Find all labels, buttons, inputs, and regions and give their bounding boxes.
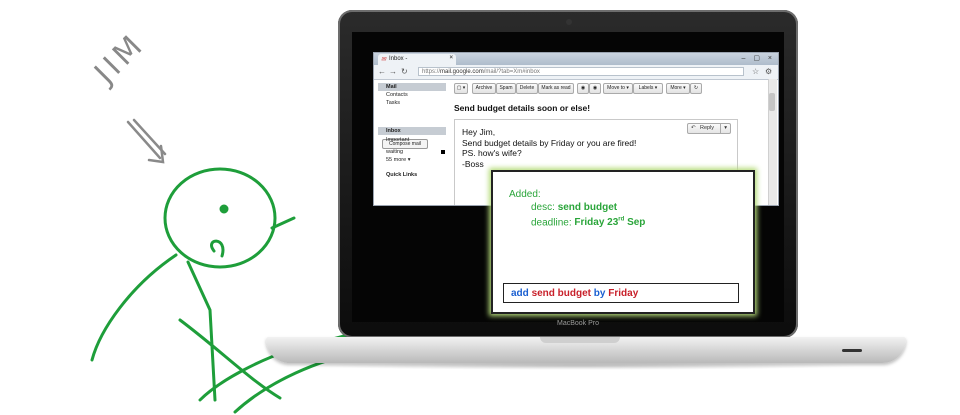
command-keyword-by: by [593, 288, 606, 299]
desc-label: desc: [531, 202, 555, 213]
more-button[interactable]: More ▾ [666, 83, 690, 94]
refresh-button[interactable]: ↻ [690, 83, 702, 94]
mark-as-read-button[interactable]: Mark as read [538, 83, 574, 94]
window-controls[interactable]: – ▢ × [742, 54, 775, 62]
gmail-icon: ✉ [381, 57, 387, 63]
label-color-swatch [441, 150, 445, 154]
back-icon[interactable]: ← [378, 67, 386, 76]
wrench-icon[interactable]: ⚙ [765, 67, 772, 76]
desc-row: desc: send budget [509, 201, 645, 214]
gmail-sidebar: Mail Contacts Tasks Compose mail Inbox I… [374, 79, 450, 205]
prev-button[interactable]: ◉ [577, 83, 589, 94]
chevron-down-icon[interactable]: ▾ [720, 124, 727, 133]
move-to-button[interactable]: Move to ▾ [603, 83, 633, 94]
browser-tab[interactable]: ✉ Inbox - × [378, 54, 456, 65]
nav-contacts[interactable]: Contacts [378, 91, 446, 99]
message-line: Hey Jim, [462, 127, 496, 137]
laptop-led [842, 349, 862, 352]
tab-bar: ✉ Inbox - × – ▢ × [374, 53, 778, 65]
deadline-suffix: rd [618, 217, 625, 223]
message-line: Send budget details by Friday or you are… [462, 137, 637, 148]
reload-icon[interactable]: ↻ [401, 67, 408, 76]
forward-icon[interactable]: → [389, 67, 397, 76]
command-day: Friday [608, 288, 639, 299]
message-line: -Boss [462, 158, 484, 169]
tab-title: Inbox - [389, 56, 408, 62]
labels-button[interactable]: Labels ▾ [633, 83, 663, 94]
url-prefix: https:// [422, 69, 441, 75]
deadline-month: Sep [627, 217, 646, 229]
close-icon[interactable]: × [449, 55, 453, 61]
deadline-value: Friday 23 [574, 217, 619, 229]
deadline-label: deadline: [531, 217, 572, 229]
reply-button[interactable]: ↶ Reply ▾ [687, 123, 731, 134]
task-popup: Added: desc: send budget deadline: Frida… [491, 170, 755, 314]
desc-value: send budget [557, 202, 618, 213]
laptop-brand: MacBook Pro [556, 320, 600, 327]
camera-icon [566, 19, 572, 25]
select-checkbox[interactable]: ▢ ▾ [454, 83, 468, 94]
url-path: /mail/?tab=Xm#inbox [483, 69, 540, 75]
quick-links-heading[interactable]: Quick Links [378, 171, 446, 179]
laptop-notch [540, 337, 620, 343]
url-field[interactable]: https://mail.google.com/mail/?tab=Xm#inb… [418, 67, 744, 76]
arrow-icon [126, 118, 167, 164]
message-text: Hey Jim, Send budget details by Friday o… [462, 127, 636, 169]
message-line: PS. how's wife? [462, 148, 522, 158]
spam-button[interactable]: Spam [496, 83, 516, 94]
more-labels-link[interactable]: 55 more ▾ [378, 156, 446, 164]
archive-button[interactable]: Archive [472, 83, 496, 94]
command-input[interactable]: add send budget by Friday [503, 283, 739, 303]
command-task: send budget [531, 288, 592, 299]
reply-label: Reply [700, 125, 715, 131]
nav-mail[interactable]: Mail [378, 83, 446, 91]
message-toolbar: ▢ ▾ Archive Spam Delete Mark as read ◉ ◉… [450, 83, 770, 94]
delete-button[interactable]: Delete [516, 83, 538, 94]
reply-icon: ↶ [691, 125, 696, 131]
command-keyword-add: add [511, 288, 529, 299]
added-summary: Added: desc: send budget deadline: Frida… [509, 188, 645, 229]
message-subject: Send budget details soon or else! [454, 103, 591, 113]
address-bar: ← → ↻ https://mail.google.com/mail/?tab=… [374, 65, 778, 80]
added-label: Added: [509, 189, 541, 200]
laptop-shadow [300, 362, 860, 370]
scrollbar-thumb[interactable] [769, 93, 775, 111]
next-button[interactable]: ◉ [589, 83, 601, 94]
url-host: mail.google.com [440, 69, 484, 75]
label-important[interactable]: Important [378, 136, 446, 144]
nav-tasks[interactable]: Tasks [378, 99, 446, 107]
label-inbox[interactable]: Inbox [378, 127, 446, 135]
label-waiting[interactable]: waiting [378, 148, 446, 156]
star-icon[interactable]: ☆ [752, 67, 759, 76]
deadline-row: deadline: Friday 23rd Sep [509, 214, 645, 229]
